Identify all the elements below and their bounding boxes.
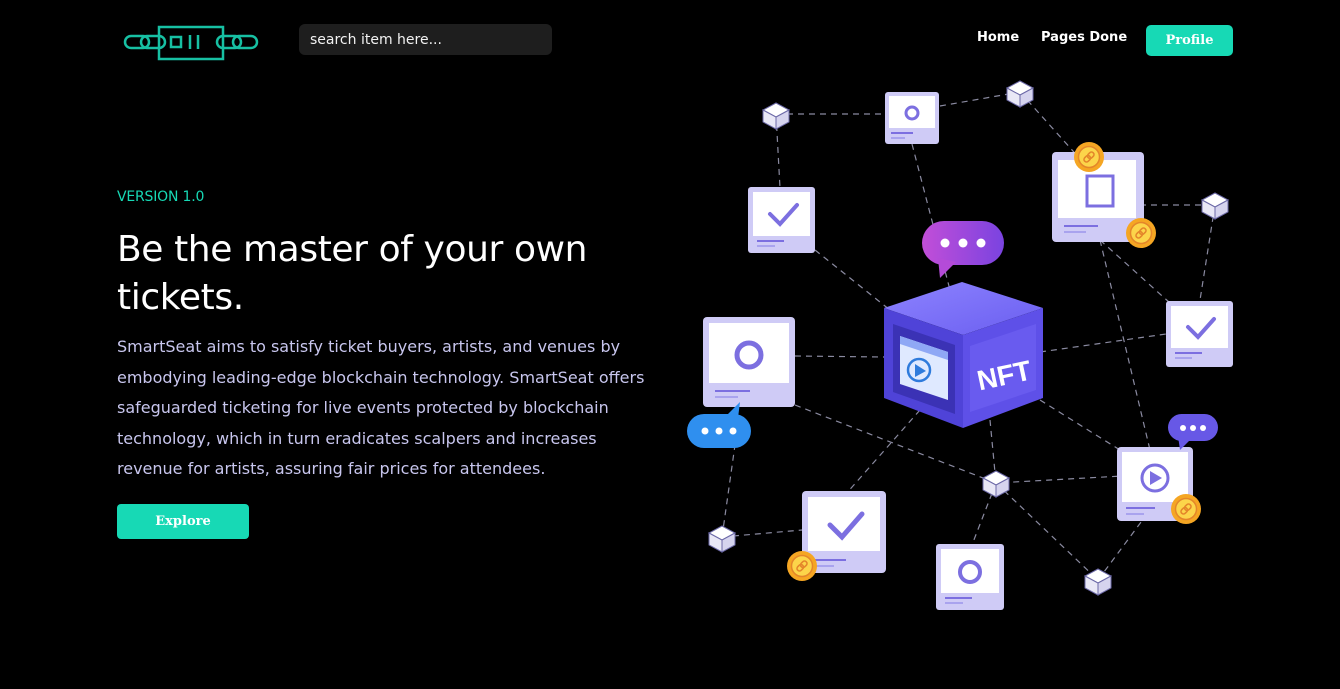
coin-icon [1170, 493, 1202, 525]
chat-bubble-icon [1168, 414, 1218, 450]
logo[interactable] [123, 25, 259, 63]
token-card-circle-icon [703, 317, 795, 407]
block-icon [762, 102, 790, 130]
hero-headline: Be the master of your own tickets. [117, 229, 588, 318]
coin-icon [1073, 141, 1105, 173]
block-icon [1201, 192, 1229, 220]
explore-button[interactable]: Explore [117, 504, 249, 539]
version-label: VERSION 1.0 [117, 189, 205, 205]
block-icon [1084, 568, 1112, 596]
token-card-check-icon [748, 187, 815, 253]
token-card-circle-icon [936, 544, 1004, 610]
token-card-check-icon [1166, 301, 1233, 367]
token-card-circle-icon [885, 92, 939, 144]
block-icon [1006, 80, 1034, 108]
nav-home-link[interactable]: Home [977, 30, 1019, 45]
chat-bubble-icon [922, 221, 1004, 278]
coin-icon [786, 550, 818, 582]
coin-icon [1125, 217, 1157, 249]
block-icon [982, 470, 1010, 498]
block-icon [708, 525, 736, 553]
chat-bubble-icon [687, 402, 751, 448]
profile-button[interactable]: Profile [1146, 25, 1233, 56]
nft-cube: NFT [884, 282, 1043, 428]
search-input[interactable] [299, 24, 552, 55]
nft-network-illustration: NFT [687, 80, 1233, 610]
hero-description: SmartSeat aims to satisfy ticket buyers,… [117, 337, 645, 478]
nav-pages-done-link[interactable]: Pages Done [1041, 30, 1127, 45]
